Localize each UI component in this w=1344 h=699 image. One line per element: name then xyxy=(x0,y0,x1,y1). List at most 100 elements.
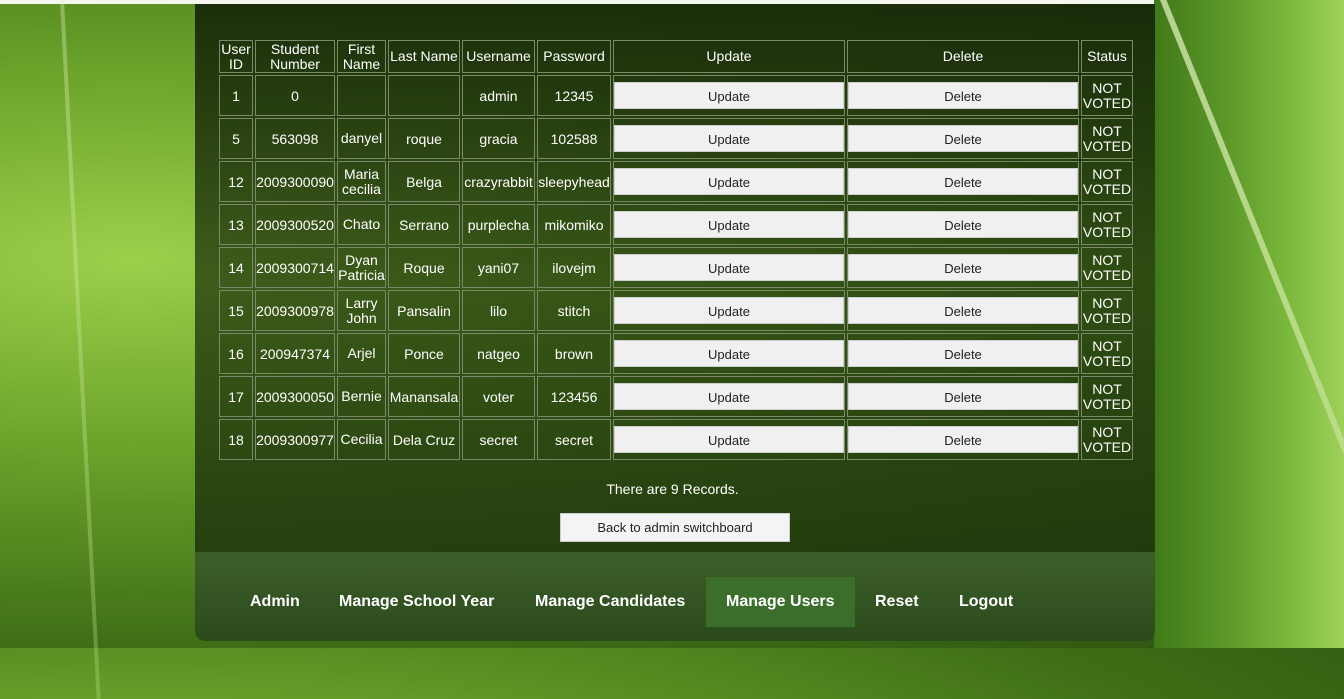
cell-update: Update xyxy=(613,419,845,460)
update-button[interactable]: Update xyxy=(614,168,844,195)
col-first-name: First Name xyxy=(337,40,386,73)
back-to-admin-button[interactable]: Back to admin switchboard xyxy=(560,513,790,542)
cell-student-number: 2009300978 xyxy=(255,290,335,331)
cell-first-name: Maria cecilia xyxy=(337,161,386,202)
nav-logout[interactable]: Logout xyxy=(959,577,1013,627)
cell-student-number: 2009300977 xyxy=(255,419,335,460)
delete-button[interactable]: Delete xyxy=(848,125,1078,152)
background-grass-right xyxy=(1154,0,1344,648)
cell-delete: Delete xyxy=(847,376,1079,417)
table-row: 13 2009300520 Chato Serrano purplecha mikomik… xyxy=(219,204,1133,245)
cell-update: Update xyxy=(613,204,845,245)
cell-student-number: 2009300714 xyxy=(255,247,335,288)
nav-manage-users[interactable]: Manage Users xyxy=(706,577,855,627)
cell-delete: Delete xyxy=(847,290,1079,331)
cell-password: 12345 xyxy=(537,75,611,116)
cell-password: ilovejm xyxy=(537,247,611,288)
cell-user-id: 14 xyxy=(219,247,253,288)
cell-password: stitch xyxy=(537,290,611,331)
cell-password: 123456 xyxy=(537,376,611,417)
cell-user-id: 1 xyxy=(219,75,253,116)
cell-user-id: 16 xyxy=(219,333,253,374)
cell-student-number: 200947374 xyxy=(255,333,335,374)
delete-button[interactable]: Delete xyxy=(848,340,1078,367)
cell-status: NOT VOTED xyxy=(1081,118,1133,159)
update-button[interactable]: Update xyxy=(614,125,844,152)
col-status: Status xyxy=(1081,40,1133,73)
col-password: Password xyxy=(537,40,611,73)
nav-manage-candidates[interactable]: Manage Candidates xyxy=(535,577,685,627)
delete-button[interactable]: Delete xyxy=(848,82,1078,109)
update-button[interactable]: Update xyxy=(614,254,844,281)
bottom-nav: Admin Manage School Year Manage Candidat… xyxy=(195,552,1155,641)
table-row: 1 0 admin 12345 Update Delete NOT VOTED xyxy=(219,75,1133,116)
cell-student-number: 563098 xyxy=(255,118,335,159)
cell-last-name: roque xyxy=(388,118,460,159)
cell-status: NOT VOTED xyxy=(1081,247,1133,288)
cell-last-name: Dela Cruz xyxy=(388,419,460,460)
main-panel: User ID Student Number First Name Last N… xyxy=(195,4,1155,552)
cell-password: mikomiko xyxy=(537,204,611,245)
update-button[interactable]: Update xyxy=(614,383,844,410)
nav-admin[interactable]: Admin xyxy=(250,577,300,627)
col-user-id: User ID xyxy=(219,40,253,73)
cell-last-name: Pansalin xyxy=(388,290,460,331)
delete-button[interactable]: Delete xyxy=(848,426,1078,453)
cell-username: voter xyxy=(462,376,535,417)
col-student-number: Student Number xyxy=(255,40,335,73)
cell-username: admin xyxy=(462,75,535,116)
cell-update: Update xyxy=(613,376,845,417)
cell-username: secret xyxy=(462,419,535,460)
cell-status: NOT VOTED xyxy=(1081,75,1133,116)
update-button[interactable]: Update xyxy=(614,340,844,367)
cell-password: brown xyxy=(537,333,611,374)
cell-delete: Delete xyxy=(847,333,1079,374)
cell-status: NOT VOTED xyxy=(1081,161,1133,202)
cell-delete: Delete xyxy=(847,247,1079,288)
delete-button[interactable]: Delete xyxy=(848,168,1078,195)
cell-status: NOT VOTED xyxy=(1081,376,1133,417)
grass-blade xyxy=(60,0,101,699)
cell-last-name xyxy=(388,75,460,116)
cell-update: Update xyxy=(613,290,845,331)
cell-status: NOT VOTED xyxy=(1081,333,1133,374)
table-row: 14 2009300714 Dyan Patricia Roque yani07 ilov… xyxy=(219,247,1133,288)
update-button[interactable]: Update xyxy=(614,297,844,324)
cell-student-number: 2009300050 xyxy=(255,376,335,417)
delete-button[interactable]: Delete xyxy=(848,211,1078,238)
cell-user-id: 17 xyxy=(219,376,253,417)
cell-delete: Delete xyxy=(847,75,1079,116)
delete-button[interactable]: Delete xyxy=(848,383,1078,410)
delete-button[interactable]: Delete xyxy=(848,254,1078,281)
cell-password: secret xyxy=(537,419,611,460)
cell-student-number: 2009300520 xyxy=(255,204,335,245)
table-row: 18 2009300977 Cecilia Dela Cruz secret secret… xyxy=(219,419,1133,460)
col-update: Update xyxy=(613,40,845,73)
col-username: Username xyxy=(462,40,535,73)
update-button[interactable]: Update xyxy=(614,211,844,238)
cell-first-name: Chato xyxy=(337,204,386,245)
update-button[interactable]: Update xyxy=(614,426,844,453)
delete-button[interactable]: Delete xyxy=(848,297,1078,324)
cell-user-id: 5 xyxy=(219,118,253,159)
cell-student-number: 0 xyxy=(255,75,335,116)
cell-username: purplecha xyxy=(462,204,535,245)
cell-last-name: Serrano xyxy=(388,204,460,245)
cell-password: sleepyhead xyxy=(537,161,611,202)
cell-last-name: Roque xyxy=(388,247,460,288)
table-row: 5 563098 danyel roque gracia 102588 Update Dele… xyxy=(219,118,1133,159)
nav-reset[interactable]: Reset xyxy=(875,577,919,627)
table-row: 16 200947374 Arjel Ponce natgeo brown Update De… xyxy=(219,333,1133,374)
cell-user-id: 12 xyxy=(219,161,253,202)
cell-delete: Delete xyxy=(847,118,1079,159)
cell-first-name: Arjel xyxy=(337,333,386,374)
update-button[interactable]: Update xyxy=(614,82,844,109)
cell-first-name: Bernie xyxy=(337,376,386,417)
cell-student-number: 2009300090 xyxy=(255,161,335,202)
cell-update: Update xyxy=(613,75,845,116)
cell-username: gracia xyxy=(462,118,535,159)
table-row: 15 2009300978 Larry John Pansalin lilo stitch… xyxy=(219,290,1133,331)
nav-manage-school-year[interactable]: Manage School Year xyxy=(339,577,494,627)
cell-status: NOT VOTED xyxy=(1081,290,1133,331)
cell-status: NOT VOTED xyxy=(1081,419,1133,460)
